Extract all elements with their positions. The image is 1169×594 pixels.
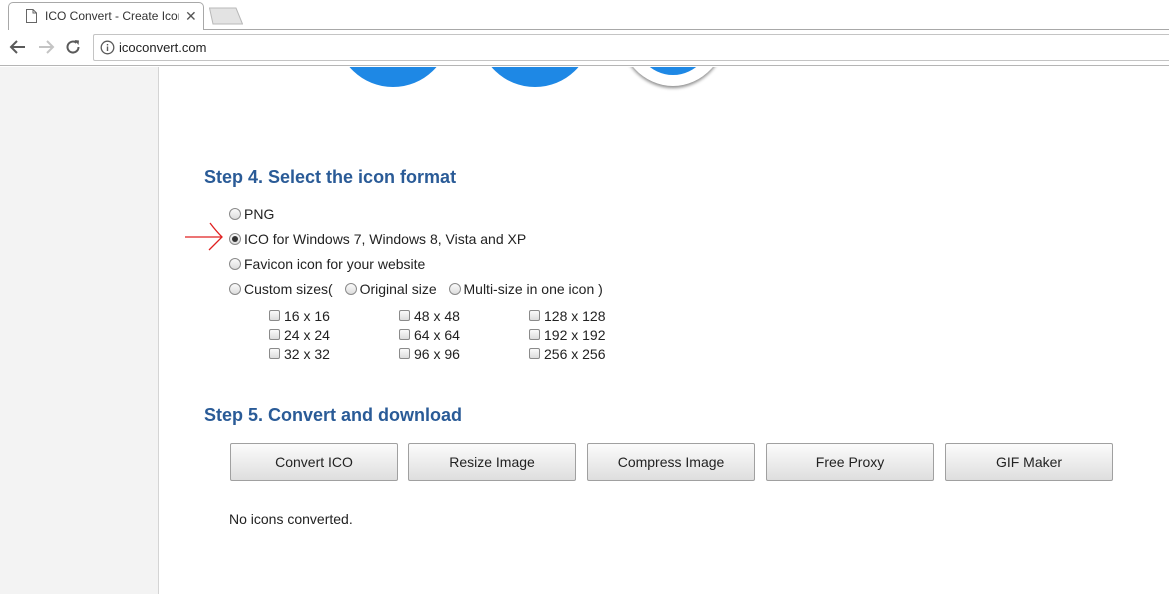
ico-radio[interactable]	[229, 233, 241, 245]
original-size-radio[interactable]	[344, 283, 357, 295]
size-option-256[interactable]: 256 x 256	[529, 346, 606, 362]
size-checkbox[interactable]	[399, 310, 410, 321]
original-size-label: Original size	[359, 281, 437, 297]
convert-ico-button[interactable]: Convert ICO	[230, 443, 398, 481]
tab-title: ICO Convert - Create Icons	[45, 9, 179, 23]
reload-icon[interactable]	[63, 37, 83, 57]
size-label: 128 x 128	[544, 308, 606, 324]
annotation-arrow-icon	[185, 222, 223, 251]
format-option-favicon[interactable]: Favicon icon for your website	[229, 256, 425, 276]
size-checkbox[interactable]	[529, 310, 540, 321]
size-label: 96 x 96	[414, 346, 460, 362]
ico-label: ICO for Windows 7, Windows 8, Vista and …	[244, 231, 527, 247]
size-checkbox[interactable]	[269, 348, 280, 359]
browser-tab-active[interactable]: ICO Convert - Create Icons ✕	[8, 2, 204, 31]
step3-option-circle-selected[interactable]	[619, 67, 727, 86]
multi-size-label: Multi-size in one icon )	[463, 281, 603, 297]
favicon-radio[interactable]	[229, 258, 241, 270]
size-option-128[interactable]: 128 x 128	[529, 308, 606, 324]
step5-heading: Step 5. Convert and download	[204, 405, 463, 425]
new-tab-button[interactable]	[209, 7, 243, 25]
size-label: 32 x 32	[284, 346, 330, 362]
gif-maker-button[interactable]: GIF Maker	[945, 443, 1113, 481]
png-radio[interactable]	[229, 208, 241, 220]
step3-option-circle[interactable]	[479, 67, 591, 87]
browser-toolbar: icoconvert.com	[0, 30, 1169, 66]
custom-sizes-radio[interactable]	[229, 283, 241, 295]
url-text: icoconvert.com	[119, 40, 207, 55]
format-option-png[interactable]: PNG	[229, 206, 274, 226]
left-sidebar	[0, 67, 159, 594]
custom-sizes-label: Custom sizes(	[244, 281, 333, 297]
conversion-status: No icons converted.	[229, 511, 353, 527]
size-label: 24 x 24	[284, 327, 330, 343]
size-label: 64 x 64	[414, 327, 460, 343]
size-option-64[interactable]: 64 x 64	[399, 327, 460, 343]
favicon-label: Favicon icon for your website	[244, 256, 426, 272]
forward-arrow-icon[interactable]	[36, 37, 56, 57]
png-label: PNG	[244, 206, 275, 222]
step4-heading: Step 4. Select the icon format	[204, 167, 457, 187]
size-checkbox[interactable]	[269, 310, 280, 321]
free-proxy-button[interactable]: Free Proxy	[766, 443, 934, 481]
size-checkbox[interactable]	[399, 329, 410, 340]
resize-image-button[interactable]: Resize Image	[408, 443, 576, 481]
address-bar[interactable]: icoconvert.com	[93, 34, 1169, 61]
size-option-96[interactable]: 96 x 96	[399, 346, 460, 362]
size-option-48[interactable]: 48 x 48	[399, 308, 460, 324]
tab-close-icon[interactable]: ✕	[185, 8, 197, 24]
size-option-24[interactable]: 24 x 24	[269, 327, 330, 343]
step3-option-circle[interactable]	[337, 67, 449, 87]
format-option-ico[interactable]: ICO for Windows 7, Windows 8, Vista and …	[229, 231, 526, 251]
info-icon[interactable]	[100, 40, 115, 55]
size-option-16[interactable]: 16 x 16	[269, 308, 330, 324]
back-arrow-icon[interactable]	[8, 37, 28, 57]
circle-inner	[631, 67, 715, 75]
size-checkbox[interactable]	[269, 329, 280, 340]
tab-strip: ICO Convert - Create Icons ✕	[0, 0, 1169, 31]
page-icon	[26, 9, 37, 23]
page-content: Step 4. Select the icon format PNG ICO f…	[159, 67, 1169, 594]
size-label: 192 x 192	[544, 327, 606, 343]
size-option-32[interactable]: 32 x 32	[269, 346, 330, 362]
size-label: 256 x 256	[544, 346, 606, 362]
size-label: 48 x 48	[414, 308, 460, 324]
size-checkbox[interactable]	[529, 329, 540, 340]
format-option-custom[interactable]: Custom sizes( Original size Multi-size i…	[229, 281, 603, 301]
multi-size-radio[interactable]	[448, 283, 461, 295]
size-checkbox[interactable]	[529, 348, 540, 359]
size-option-192[interactable]: 192 x 192	[529, 327, 606, 343]
size-label: 16 x 16	[284, 308, 330, 324]
size-checkbox[interactable]	[399, 348, 410, 359]
compress-image-button[interactable]: Compress Image	[587, 443, 755, 481]
